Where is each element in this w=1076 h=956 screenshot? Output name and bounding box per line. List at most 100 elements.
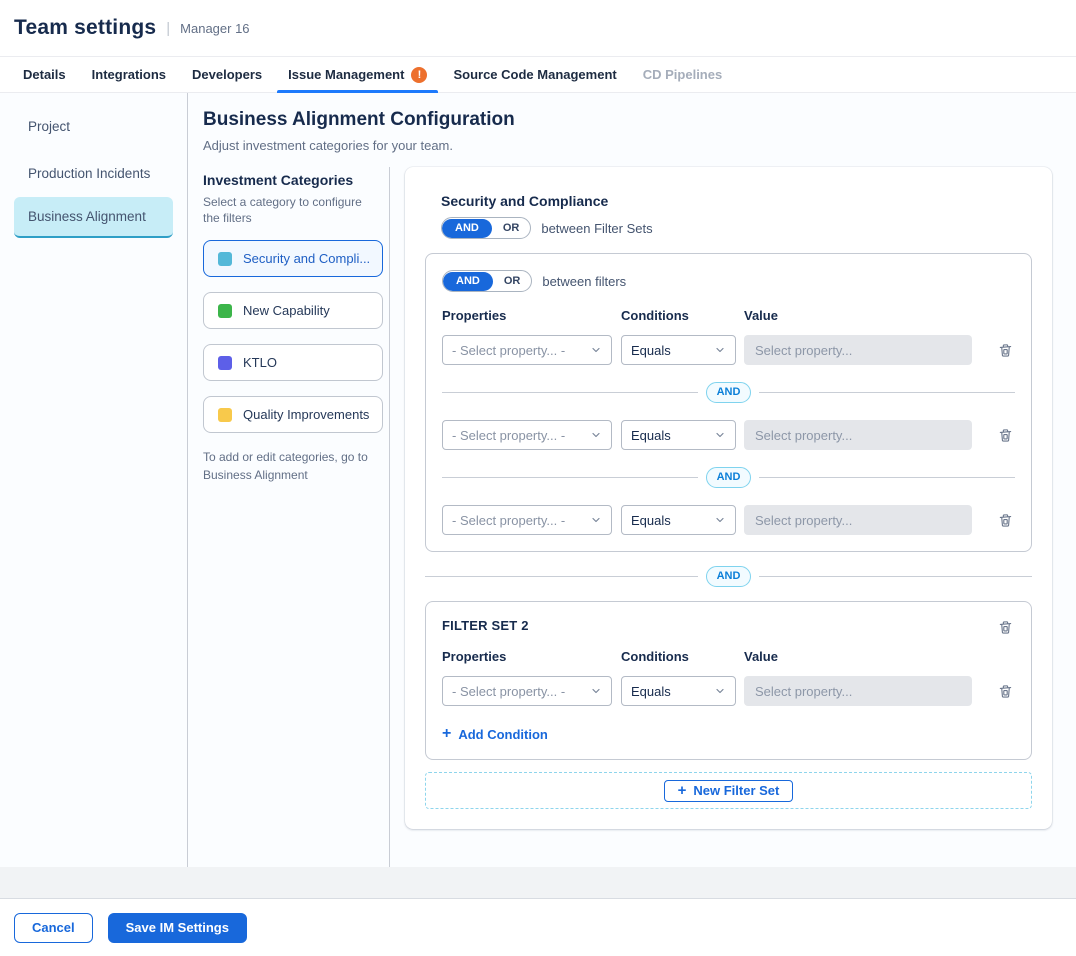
section-subtitle: Adjust investment categories for your te… [203, 138, 1076, 153]
trash-icon [998, 620, 1013, 635]
settings-sidebar: Project Production Incidents Business Al… [0, 93, 188, 867]
filter-panel-title: Security and Compliance [441, 193, 1032, 209]
team-name-label: Manager 16 [180, 21, 249, 36]
main-area: Project Production Incidents Business Al… [0, 93, 1076, 867]
filter-columns-header: Properties Conditions Value [442, 308, 1015, 323]
properties-column-header: Properties [442, 308, 621, 323]
property-select[interactable]: - Select property... - [442, 676, 612, 706]
tab-issue-management-label: Issue Management [288, 67, 404, 82]
value-input[interactable] [744, 505, 972, 535]
categories-subtitle: Select a category to configure the filte… [203, 194, 363, 226]
sidebar-item-production-incidents[interactable]: Production Incidents [0, 150, 187, 197]
sidebar-item-business-alignment-label: Business Alignment [28, 209, 146, 224]
joiner-line [442, 477, 698, 478]
property-select[interactable]: - Select property... - [442, 505, 612, 535]
and-option[interactable]: AND [442, 219, 492, 238]
tab-bar: Details Integrations Developers Issue Ma… [0, 56, 1076, 93]
add-condition-label: Add Condition [458, 727, 548, 742]
delete-filter-button[interactable] [996, 341, 1015, 360]
category-label: Quality Improvements [243, 407, 369, 422]
joiner-line [759, 392, 1015, 393]
and-joiner-pill: AND [706, 566, 752, 587]
category-color-swatch [218, 408, 232, 422]
delete-filter-button[interactable] [996, 682, 1015, 701]
or-option[interactable]: OR [493, 272, 532, 291]
chevron-down-icon [714, 429, 726, 441]
filters-and-or-toggle[interactable]: AND OR [442, 270, 532, 292]
category-label: Security and Compli... [243, 251, 370, 266]
condition-select[interactable]: Equals [621, 420, 736, 450]
condition-select[interactable]: Equals [621, 676, 736, 706]
category-color-swatch [218, 252, 232, 266]
property-select[interactable]: - Select property... - [442, 420, 612, 450]
page-title: Team settings [14, 16, 156, 40]
trash-icon [998, 428, 1013, 443]
sidebar-item-project[interactable]: Project [0, 103, 187, 150]
value-input[interactable] [744, 420, 972, 450]
section-title: Business Alignment Configuration [203, 109, 1076, 131]
plus-icon: + [442, 726, 451, 742]
value-input[interactable] [744, 676, 972, 706]
between-filter-sets-label: between Filter Sets [541, 221, 652, 236]
filter-row: - Select property... - Equals [442, 676, 1015, 706]
condition-select-value: Equals [631, 428, 671, 443]
new-filter-set-dropzone: + New Filter Set [425, 772, 1032, 809]
filter-columns-header: Properties Conditions Value [442, 649, 1015, 664]
trash-icon [998, 343, 1013, 358]
sidebar-item-business-alignment[interactable]: Business Alignment [14, 197, 173, 238]
category-security-and-compliance[interactable]: Security and Compli... [203, 240, 383, 277]
warning-badge-icon: ! [411, 67, 427, 83]
tab-details[interactable]: Details [10, 57, 79, 92]
conditions-column-header: Conditions [621, 308, 744, 323]
condition-select[interactable]: Equals [621, 505, 736, 535]
and-option[interactable]: AND [443, 272, 493, 291]
tab-developers[interactable]: Developers [179, 57, 275, 92]
property-select-value: - Select property... - [452, 428, 565, 443]
filter-sets-and-or-toggle[interactable]: AND OR [441, 217, 531, 239]
action-footer: Cancel Save IM Settings [0, 899, 1076, 956]
categories-title: Investment Categories [203, 172, 375, 188]
conditions-column-header: Conditions [621, 649, 744, 664]
delete-filter-set-button[interactable] [996, 618, 1015, 637]
filter-set-2-title: FILTER SET 2 [442, 618, 529, 633]
filter-panel: Security and Compliance AND OR between F… [405, 167, 1052, 829]
chevron-down-icon [714, 344, 726, 356]
chevron-down-icon [590, 514, 602, 526]
or-option[interactable]: OR [492, 219, 531, 238]
condition-select-value: Equals [631, 343, 671, 358]
new-filter-set-button[interactable]: + New Filter Set [664, 780, 794, 802]
trash-icon [998, 513, 1013, 528]
joiner-line [759, 576, 1032, 577]
filter-panel-wrap: Security and Compliance AND OR between F… [390, 167, 1076, 867]
category-label: New Capability [243, 303, 330, 318]
value-column-header: Value [744, 308, 972, 323]
tab-integrations[interactable]: Integrations [79, 57, 179, 92]
property-select[interactable]: - Select property... - [442, 335, 612, 365]
category-ktlo[interactable]: KTLO [203, 344, 383, 381]
new-filter-set-label: New Filter Set [693, 783, 779, 798]
category-new-capability[interactable]: New Capability [203, 292, 383, 329]
condition-select[interactable]: Equals [621, 335, 736, 365]
filter-row: - Select property... - Equals [442, 420, 1015, 450]
add-condition-button[interactable]: + Add Condition [442, 726, 548, 742]
chevron-down-icon [714, 685, 726, 697]
delete-filter-button[interactable] [996, 426, 1015, 445]
cancel-button[interactable]: Cancel [14, 913, 93, 943]
content-area: Business Alignment Configuration Adjust … [188, 93, 1076, 867]
and-joiner-pill: AND [706, 382, 752, 403]
property-select-value: - Select property... - [452, 513, 565, 528]
sidebar-item-production-incidents-label: Production Incidents [28, 166, 150, 181]
save-im-settings-button[interactable]: Save IM Settings [108, 913, 247, 943]
footer-spacer [0, 867, 1076, 899]
delete-filter-button[interactable] [996, 511, 1015, 530]
tab-issue-management[interactable]: Issue Management ! [275, 57, 440, 92]
property-select-value: - Select property... - [452, 684, 565, 699]
chevron-down-icon [714, 514, 726, 526]
chevron-down-icon [590, 344, 602, 356]
category-color-swatch [218, 304, 232, 318]
tab-source-code-management[interactable]: Source Code Management [440, 57, 629, 92]
and-joiner-pill: AND [706, 467, 752, 488]
value-input[interactable] [744, 335, 972, 365]
property-select-value: - Select property... - [452, 343, 565, 358]
category-quality-improvements[interactable]: Quality Improvements [203, 396, 383, 433]
